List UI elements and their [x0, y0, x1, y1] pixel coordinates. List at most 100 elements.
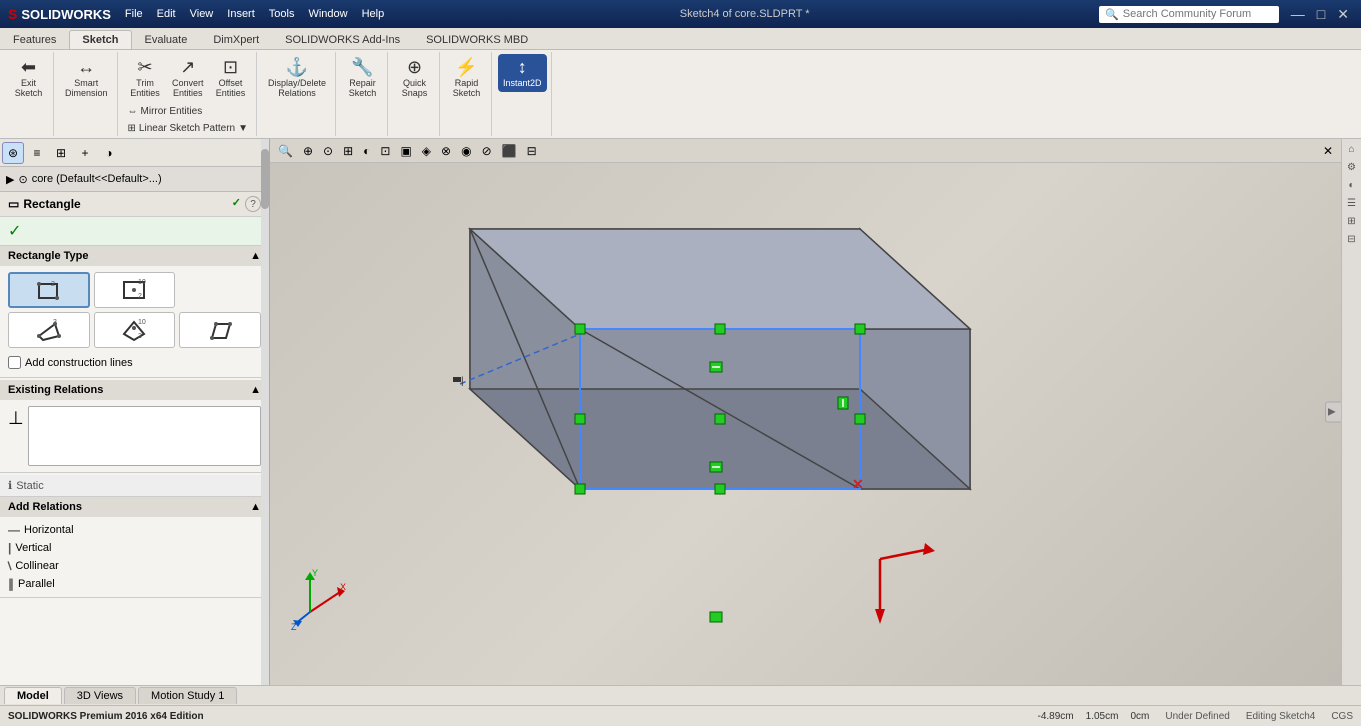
tab-model[interactable]: Model: [4, 687, 62, 704]
tab-dimxpert[interactable]: DimXpert: [200, 30, 272, 49]
viewport-tool-6[interactable]: ⊡: [376, 142, 394, 160]
add-relations-collapse-icon[interactable]: ▲: [250, 501, 261, 513]
sidebar-right-graph[interactable]: ⊟: [1344, 231, 1360, 247]
viewport[interactable]: 🔍 ⊕ ⊙ ⊞ ◐ ⊡ ▣ ◈ ⊗ ◉ ⊘ ⬛ ⊟ ✕: [270, 139, 1341, 685]
menu-insert[interactable]: Insert: [221, 6, 261, 22]
minimize-button[interactable]: —: [1287, 6, 1309, 23]
viewport-tool-10[interactable]: ◉: [457, 142, 475, 160]
convert-entities-button[interactable]: ↗ ConvertEntities: [167, 54, 209, 102]
display-manager-tab[interactable]: ◑: [98, 142, 120, 164]
rapid-sketch-button[interactable]: ⚡ RapidSketch: [447, 54, 487, 102]
ribbon-group-exit: ⬅ ExitSketch: [4, 52, 54, 136]
viewport-tool-11[interactable]: ⊘: [478, 142, 496, 160]
search-input[interactable]: [1123, 8, 1273, 20]
relation-collinear[interactable]: / Collinear: [8, 557, 261, 575]
sidebar-right-measure[interactable]: ⊞: [1344, 213, 1360, 229]
display-delete-relations-button[interactable]: ⚓ Display/DeleteRelations: [263, 54, 331, 102]
tab-motion-study[interactable]: Motion Study 1: [138, 687, 237, 704]
linear-sketch-pattern-button[interactable]: ⊞ Linear Sketch Pattern ▼: [124, 121, 252, 136]
feature-manager-tab[interactable]: ⊛: [2, 142, 24, 164]
viewport-tool-13[interactable]: ⊟: [523, 142, 541, 160]
instant2d-button[interactable]: ↕ Instant2D: [498, 54, 547, 92]
viewport-tool-4[interactable]: ⊞: [339, 142, 357, 160]
repair-sketch-button[interactable]: 🔧 RepairSketch: [343, 54, 383, 102]
add-construction-lines-row[interactable]: Add construction lines: [8, 354, 261, 371]
dim-expert-tab[interactable]: +: [74, 142, 96, 164]
tab-features[interactable]: Features: [0, 30, 69, 49]
add-construction-lines-checkbox[interactable]: [8, 356, 21, 369]
pp-help-button[interactable]: ?: [245, 196, 261, 212]
exit-sketch-button[interactable]: ⬅ ExitSketch: [9, 54, 49, 102]
relation-parallel[interactable]: ∥ Parallel: [8, 575, 261, 593]
menu-help[interactable]: Help: [356, 6, 391, 22]
panel-scrollbar-thumb[interactable]: [261, 149, 269, 209]
relation-horizontal[interactable]: — Horizontal: [8, 521, 261, 539]
sidebar-right-settings[interactable]: ⚙: [1344, 159, 1360, 175]
add-relations-header[interactable]: Add Relations ▲: [0, 497, 269, 517]
rect-type-center3-button[interactable]: 102: [94, 312, 176, 348]
viewport-tool-1[interactable]: 🔍: [274, 142, 297, 160]
rectangle-type-collapse-icon[interactable]: ▲: [250, 250, 261, 262]
quick-snaps-button[interactable]: ⊕ QuickSnaps: [395, 54, 435, 102]
panel-scrollbar[interactable]: [261, 139, 269, 685]
mirror-entities-button[interactable]: ⇔ Mirror Entities: [124, 104, 207, 119]
ribbon-group-rapid: ⚡ RapidSketch: [442, 52, 492, 136]
viewport-tool-12[interactable]: ⬛: [498, 142, 521, 160]
offset-entities-button[interactable]: ⊡ OffsetEntities: [211, 54, 251, 102]
ribbon-tabs[interactable]: Features Sketch Evaluate DimXpert SOLIDW…: [0, 28, 1361, 50]
tab-evaluate[interactable]: Evaluate: [132, 30, 201, 49]
tab-addins[interactable]: SOLIDWORKS Add-Ins: [272, 30, 413, 49]
rectangle-icon: ▭: [8, 197, 19, 211]
viewport-tool-7[interactable]: ▣: [396, 142, 415, 160]
svg-text:Y: Y: [312, 568, 318, 578]
rectangle-type-header[interactable]: Rectangle Type ▲: [0, 246, 269, 266]
rectangle-type-section: Rectangle Type ▲ 2 102: [0, 246, 269, 378]
viewport-close-icon[interactable]: ✕: [1319, 142, 1337, 160]
menu-window[interactable]: Window: [302, 6, 353, 22]
entities-row1: ✂ TrimEntities ↗ ConvertEntities ⊡ Offse…: [125, 54, 251, 102]
rect-type-center-mid-button[interactable]: 102: [94, 272, 176, 308]
config-manager-tab[interactable]: ⊞: [50, 142, 72, 164]
search-area[interactable]: 🔍: [1099, 6, 1279, 23]
close-button[interactable]: ✕: [1333, 6, 1353, 23]
sidebar-right-view[interactable]: ◐: [1344, 177, 1360, 193]
viewport-tool-9[interactable]: ⊗: [437, 142, 455, 160]
rect-type-angled-button[interactable]: [179, 312, 261, 348]
linear-pattern-dropdown-icon[interactable]: ▼: [238, 123, 248, 134]
sidebar-right-home[interactable]: ⌂: [1344, 141, 1360, 157]
repair-icon: 🔧: [351, 58, 373, 76]
rectangle-type-content: 2 102 3 102: [0, 266, 269, 377]
property-manager-tab[interactable]: ≡: [26, 142, 48, 164]
viewport-right-collapse[interactable]: ▶: [1325, 401, 1341, 422]
viewport-tool-2[interactable]: ⊕: [299, 142, 317, 160]
pp-confirm-button[interactable]: ✓: [232, 196, 241, 212]
tab-3d-views[interactable]: 3D Views: [64, 687, 136, 704]
viewport-tool-8[interactable]: ◈: [418, 142, 435, 160]
pp-header: ▭ Rectangle ✓ ?: [0, 192, 269, 217]
tree-expand-icon[interactable]: ▶: [6, 173, 14, 186]
maximize-button[interactable]: □: [1313, 6, 1329, 23]
existing-relations-header[interactable]: Existing Relations ▲: [0, 380, 269, 400]
tab-mbd[interactable]: SOLIDWORKS MBD: [413, 30, 541, 49]
existing-relations-box[interactable]: [28, 406, 261, 466]
rect-type-parallelogram3-button[interactable]: 3: [8, 312, 90, 348]
display-delete-icon: ⚓: [286, 58, 308, 76]
svg-text:✕: ✕: [852, 476, 864, 492]
tab-sketch[interactable]: Sketch: [69, 30, 131, 49]
viewport-tool-5[interactable]: ◐: [359, 142, 374, 160]
menu-bar[interactable]: File Edit View Insert Tools Window Help: [119, 6, 390, 22]
smart-dimension-button[interactable]: ↔ SmartDimension: [60, 54, 113, 102]
menu-file[interactable]: File: [119, 6, 149, 22]
trim-entities-button[interactable]: ✂ TrimEntities: [125, 54, 165, 102]
menu-view[interactable]: View: [184, 6, 220, 22]
collinear-relation-label: Collinear: [15, 560, 58, 572]
menu-tools[interactable]: Tools: [263, 6, 301, 22]
window-controls[interactable]: — □ ✕: [1287, 6, 1353, 23]
sidebar-right-filter[interactable]: ☰: [1344, 195, 1360, 211]
existing-relations-collapse-icon[interactable]: ▲: [250, 384, 261, 396]
viewport-toolbar: 🔍 ⊕ ⊙ ⊞ ◐ ⊡ ▣ ◈ ⊗ ◉ ⊘ ⬛ ⊟ ✕: [270, 139, 1341, 163]
relation-vertical[interactable]: | Vertical: [8, 539, 261, 557]
menu-edit[interactable]: Edit: [151, 6, 182, 22]
rect-type-corner-button[interactable]: 2: [8, 272, 90, 308]
viewport-tool-3[interactable]: ⊙: [319, 142, 337, 160]
